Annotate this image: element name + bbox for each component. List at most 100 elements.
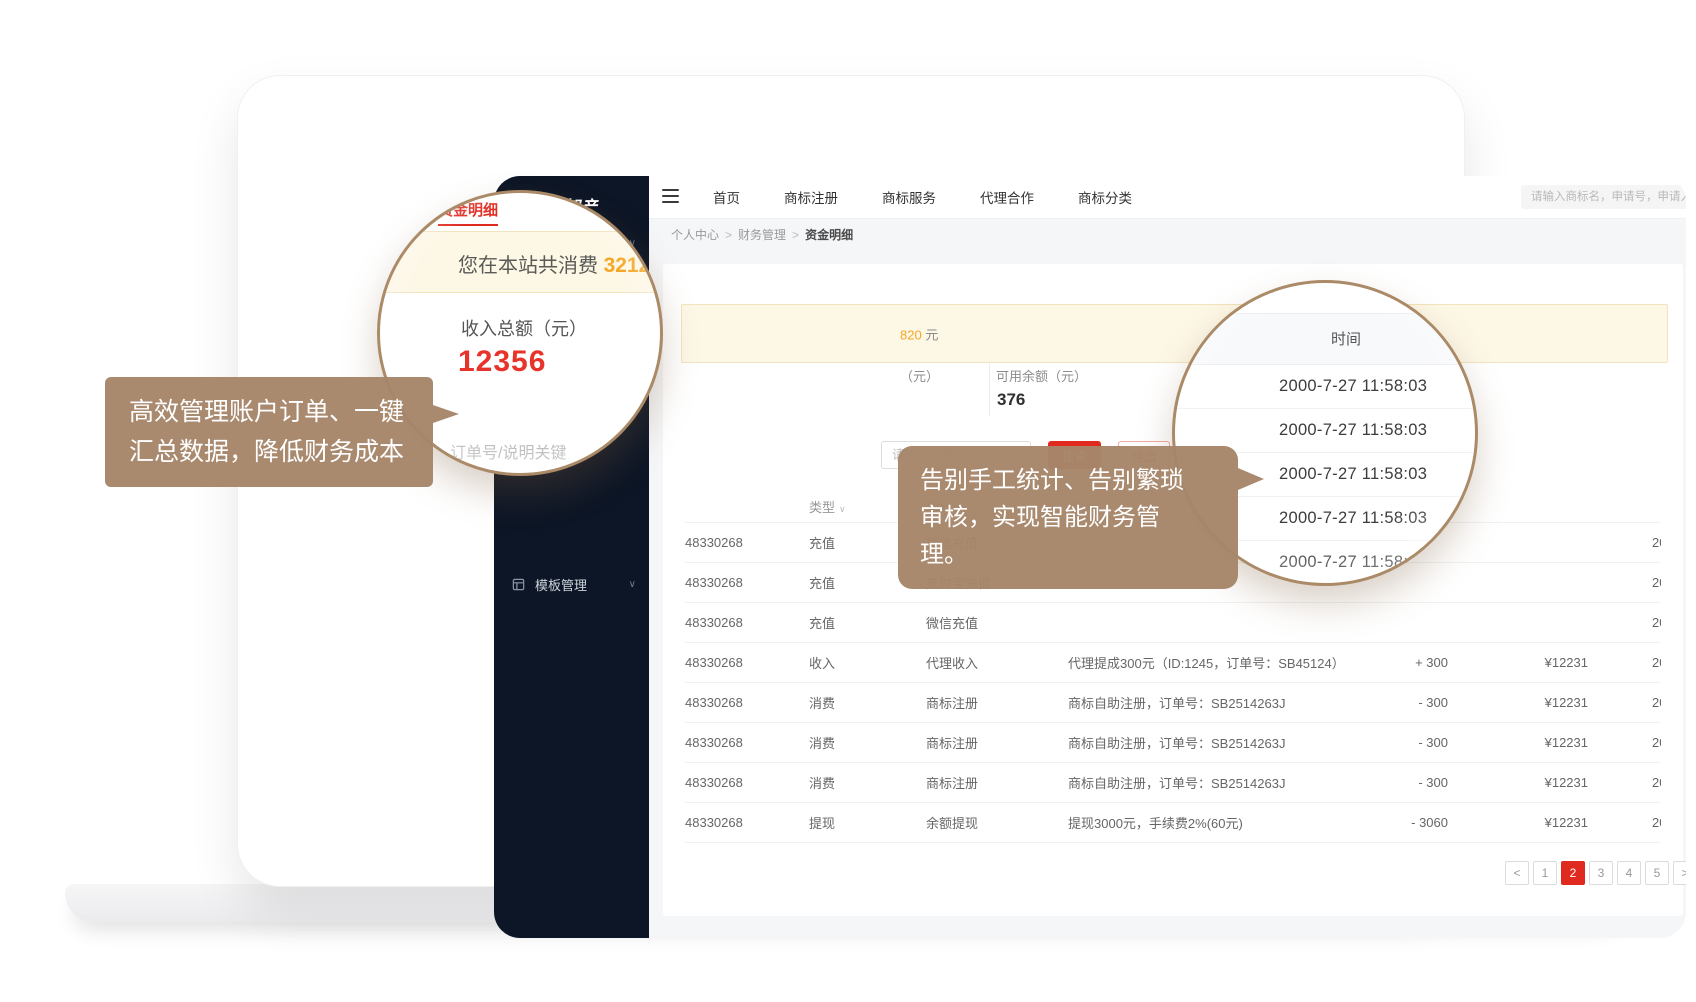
lens-time-header: 时间	[1175, 313, 1475, 365]
lens-income-label: 收入总额（元）	[461, 315, 587, 341]
consumption-amount: 820	[900, 327, 922, 342]
cell-order-no: 48330268	[685, 575, 809, 590]
cell-description: 商标自助注册，订单号：SB2514263J	[1068, 773, 1348, 792]
breadcrumb-separator: >	[792, 228, 799, 242]
breadcrumb-item[interactable]: 个人中心	[671, 228, 719, 242]
funds-detail-card: 820 元 （元） 可用余额（元） 376 搜索	[663, 264, 1683, 916]
pagination-page-button[interactable]: 2	[1561, 861, 1585, 885]
pagination-page-button[interactable]: 1	[1533, 861, 1557, 885]
lens-time-row: 2000-7-27 11:58:03	[1175, 365, 1475, 409]
pagination-page-button[interactable]: 5	[1645, 861, 1669, 885]
callout-line: 理。	[920, 536, 1216, 573]
cell-order-no: 48330268	[685, 815, 809, 830]
top-nav-tab[interactable]: 首页	[713, 187, 740, 207]
cell-amount: - 300	[1348, 735, 1448, 750]
stat-expense-label: （元）	[900, 366, 939, 385]
top-nav-tab[interactable]: 商标分类	[1078, 187, 1132, 207]
top-nav-tab[interactable]: 商标服务	[882, 187, 936, 207]
lens-keyword-header: 订单号/说明关键	[450, 439, 566, 463]
callout-line: 汇总数据，降低财务成本	[129, 432, 409, 472]
cell-balance: ¥12231	[1448, 655, 1588, 670]
cell-amount: - 300	[1348, 695, 1448, 710]
breadcrumb: 个人中心 > 财务管理 > 资金明细	[671, 226, 853, 243]
top-nav-tab[interactable]: 代理合作	[980, 187, 1034, 207]
cell-balance: ¥12231	[1448, 775, 1588, 790]
cell-balance: ¥12231	[1448, 815, 1588, 830]
cell-time: 2000-7-27 11:58:03	[1588, 535, 1661, 550]
cell-project: 代理收入	[926, 653, 1068, 672]
cell-order-no: 48330268	[685, 775, 809, 790]
pagination-prev-button[interactable]: <	[1505, 861, 1529, 885]
template-icon	[511, 577, 526, 592]
hamburger-menu-icon[interactable]	[662, 189, 679, 203]
stat-balance-label: 可用余额（元）	[996, 366, 1087, 385]
cell-amount: + 300	[1348, 655, 1448, 670]
sidebar-item-template[interactable]: 模板管理 ∨	[494, 569, 649, 599]
topbar: 首页 商标注册 商标服务 代理合作 商标分类	[649, 176, 1686, 219]
cell-order-no: 48330268	[685, 615, 809, 630]
cell-balance: ¥12231	[1448, 695, 1588, 710]
callout-left: 高效管理账户订单、一键 汇总数据，降低财务成本	[105, 377, 433, 487]
top-nav-tab[interactable]: 商标注册	[784, 187, 838, 207]
cell-order-no: 48330268	[685, 655, 809, 670]
top-nav: 首页 商标注册 商标服务 代理合作 商标分类	[713, 176, 1132, 218]
cell-project: 余额提现	[926, 813, 1068, 832]
pagination-next-button[interactable]: >	[1673, 861, 1686, 885]
cell-order-no: 48330268	[685, 535, 809, 550]
consumption-unit: 元	[925, 327, 938, 342]
lens-banner-amount: 32124	[604, 254, 662, 277]
lens-income-value: 12356	[458, 345, 546, 379]
cell-type: 收入	[809, 653, 926, 672]
cell-type: 提现	[809, 813, 926, 832]
callout-line: 审核，实现智能财务管	[920, 499, 1216, 536]
cell-project: 商标注册	[926, 773, 1068, 792]
cell-amount: - 3060	[1348, 815, 1448, 830]
consumption-banner-text: 820 元	[900, 324, 938, 343]
page: F 头牌知产 ·· ·· ·· ·· 账户管理 ∨	[0, 0, 1696, 1002]
cell-project: 商标注册	[926, 693, 1068, 712]
cell-time: 2000-7-27 11:58:03	[1588, 575, 1661, 590]
cell-time: 2000-7-27 11:58:03	[1588, 735, 1661, 750]
pagination: < 1 2 3 4 5 >	[1505, 861, 1686, 885]
cell-time: 2000-7-27 11:58:03	[1588, 815, 1661, 830]
cell-description: 商标自助注册，订单号：SB2514263J	[1068, 693, 1348, 712]
stat-divider	[989, 362, 990, 416]
callout-right: 告别手工统计、告别繁琐 审核，实现智能财务管 理。	[898, 446, 1238, 589]
pagination-page-button[interactable]: 3	[1589, 861, 1613, 885]
cell-order-no: 48330268	[685, 735, 809, 750]
callout-line: 高效管理账户订单、一键	[129, 392, 409, 432]
trademark-search-input[interactable]	[1521, 185, 1686, 209]
cell-type: 消费	[809, 693, 926, 712]
cell-time: 2000-7-27 11:58:03	[1588, 775, 1661, 790]
table-row: 48330268 充值 微信充值 2000-7-27 11:58:03	[685, 602, 1661, 642]
cell-project: 微信充值	[926, 613, 1068, 632]
breadcrumb-item-current: 资金明细	[805, 228, 853, 242]
cell-type: 充值	[809, 613, 926, 632]
cell-balance: ¥12231	[1448, 735, 1588, 750]
callout-line: 告别手工统计、告别繁琐	[920, 462, 1216, 499]
table-row: 48330268 收入 代理收入 代理提成300元（ID:1245，订单号：SB…	[685, 642, 1661, 682]
table-row: 48330268 消费 商标注册 商标自助注册，订单号：SB2514263J -…	[685, 682, 1661, 722]
table-row: 48330268 提现 余额提现 提现3000元，手续费2%(60元) - 30…	[685, 802, 1661, 842]
cell-type: 消费	[809, 733, 926, 752]
table-row: 48330268 消费 商标注册 商标自助注册，订单号：SB2514263J -…	[685, 722, 1661, 762]
cell-description: 商标自助注册，订单号：SB2514263J	[1068, 733, 1348, 752]
cell-time: 2000-7-27 11:58:03	[1588, 695, 1661, 710]
chevron-down-icon: ∨	[629, 579, 636, 590]
stat-balance-value: 376	[997, 390, 1025, 410]
lens-active-tab: 资金明细	[438, 199, 498, 226]
cell-amount: - 300	[1348, 775, 1448, 790]
sort-icon[interactable]: ∨	[839, 504, 846, 514]
cell-time: 2000-7-27 11:58:03	[1588, 655, 1661, 670]
breadcrumb-separator: >	[725, 228, 732, 242]
lens-banner-band: 您在本站共消费 32124	[377, 231, 663, 293]
cell-description: 提现3000元，手续费2%(60元)	[1068, 813, 1348, 832]
cell-description: 代理提成300元（ID:1245，订单号：SB45124）	[1068, 653, 1348, 672]
cell-order-no: 48330268	[685, 695, 809, 710]
sidebar-item-label: 模板管理	[535, 575, 587, 594]
cell-time: 2000-7-27 11:58:03	[1588, 615, 1661, 630]
pagination-page-button[interactable]: 4	[1617, 861, 1641, 885]
table-row: 48330268 消费 商标注册 商标自助注册，订单号：SB2514263J -…	[685, 762, 1661, 802]
breadcrumb-item[interactable]: 财务管理	[738, 228, 786, 242]
cell-project: 商标注册	[926, 733, 1068, 752]
